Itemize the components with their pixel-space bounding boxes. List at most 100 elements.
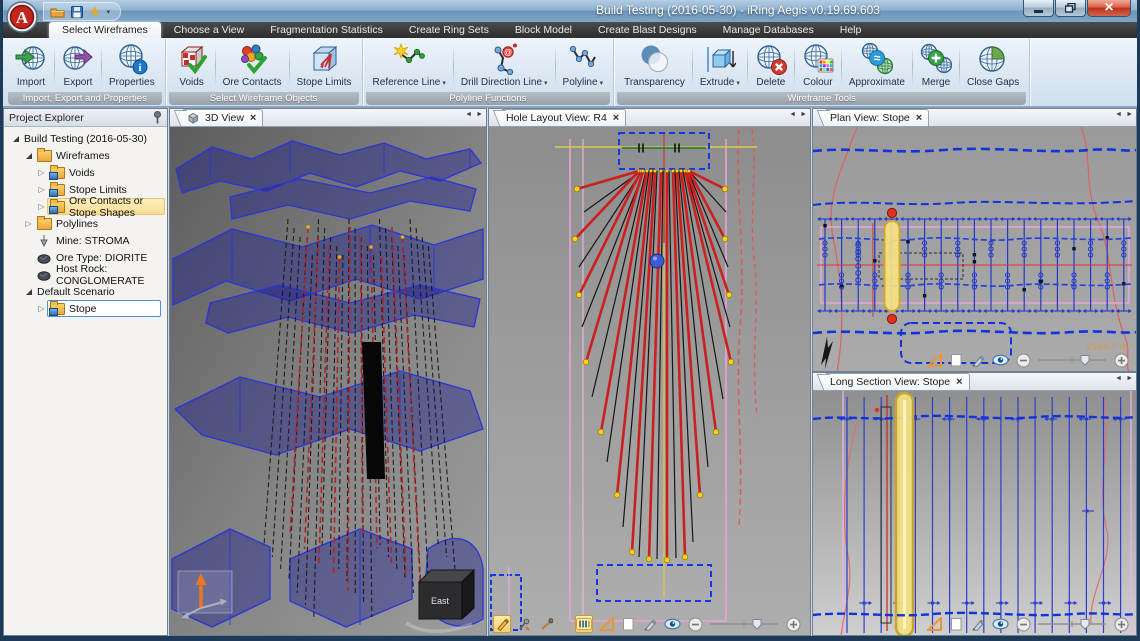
set-square-icon[interactable] — [597, 615, 615, 633]
drill-direction-line-button[interactable]: @Drill Direction Line▾ — [455, 41, 554, 91]
title-bar[interactable]: Build Testing (2016-05-30) - iRing Aegis… — [3, 0, 1137, 23]
tree-item-ore-contacts-or-stope-shapes[interactable]: ▷Ore Contacts or Stope Shapes — [6, 198, 165, 215]
tree-item-build-testing-2016-05-30[interactable]: Build Testing (2016-05-30) — [6, 130, 165, 147]
close-gaps-button[interactable]: Close Gaps — [961, 41, 1025, 91]
tab-scroll-left-icon[interactable]: ◄ — [1115, 375, 1122, 382]
pen-icon[interactable] — [969, 615, 987, 633]
tree-item-wireframes[interactable]: Wireframes — [6, 147, 165, 164]
zoom-out-icon[interactable] — [1014, 351, 1032, 369]
page-icon[interactable] — [947, 351, 965, 369]
menu-tab-block-model[interactable]: Block Model — [502, 22, 585, 38]
pen-icon[interactable] — [641, 615, 659, 633]
menu-tab-create-ring-sets[interactable]: Create Ring Sets — [396, 22, 502, 38]
tab-scroll-left-icon[interactable]: ◄ — [789, 111, 796, 118]
open-folder-icon[interactable] — [50, 6, 65, 18]
move-hole-tool-icon[interactable] — [515, 615, 533, 633]
expander-open-icon[interactable] — [23, 289, 34, 295]
transparency-icon — [638, 42, 670, 76]
plan-viewport[interactable] — [813, 127, 1136, 372]
expander-open-icon[interactable] — [10, 136, 21, 142]
voids-button[interactable]: Voids — [170, 41, 214, 91]
tab-hole-layout-view[interactable]: Hole Layout View: R4 × — [502, 109, 626, 126]
restore-button[interactable] — [1055, 0, 1086, 17]
tree-item-voids[interactable]: ▷Voids — [6, 164, 165, 181]
page-icon[interactable] — [619, 615, 637, 633]
eye-icon[interactable] — [991, 351, 1010, 369]
menu-tab-manage-databases[interactable]: Manage Databases — [710, 22, 827, 38]
menu-tab-create-blast-designs[interactable]: Create Blast Designs — [585, 22, 710, 38]
properties-button[interactable]: iProperties — [103, 41, 161, 91]
expander-closed-icon[interactable]: ▷ — [36, 305, 47, 313]
tree-item-mine-stroma[interactable]: Mine: STROMA — [6, 232, 165, 249]
menu-tab-choose-a-view[interactable]: Choose a View — [161, 22, 257, 38]
tree-item-host-rock-conglomerate[interactable]: Host Rock: CONGLOMERATE — [6, 266, 165, 283]
merge-button[interactable]: Merge — [914, 41, 958, 91]
eye-icon[interactable] — [991, 615, 1010, 633]
set-square-icon[interactable] — [925, 615, 943, 633]
selected-ring-highlight-long-section[interactable] — [896, 393, 913, 636]
annotate-icon[interactable] — [493, 615, 511, 633]
tab-plan-view[interactable]: Plan View: Stope × — [826, 109, 929, 126]
delete-button[interactable]: Delete — [749, 41, 793, 91]
menu-tab-help[interactable]: Help — [827, 22, 875, 38]
menu-tab-fragmentation-statistics[interactable]: Fragmentation Statistics — [257, 22, 396, 38]
expander-closed-icon[interactable]: ▷ — [23, 220, 34, 228]
tab-scroll-right-icon[interactable]: ► — [1126, 111, 1133, 118]
tab-3d-view[interactable]: 3D View × — [183, 109, 263, 126]
long-section-viewport[interactable] — [813, 391, 1136, 636]
tab-plan-view-close-icon[interactable]: × — [916, 113, 922, 124]
zoom-slider-icon[interactable] — [1036, 615, 1108, 633]
zoom-slider-icon[interactable] — [708, 615, 780, 633]
zoom-slider-icon[interactable] — [1036, 351, 1108, 369]
tab-scroll-right-icon[interactable]: ► — [1126, 375, 1133, 382]
zoom-in-icon[interactable] — [1112, 351, 1130, 369]
tab-scroll-left-icon[interactable]: ◄ — [1115, 111, 1122, 118]
3d-viewport[interactable]: East — [170, 127, 486, 636]
expander-closed-icon[interactable]: ▷ — [36, 186, 47, 194]
tab-hole-layout-close-icon[interactable]: × — [613, 113, 619, 124]
reference-line-button[interactable]: Reference Line▾ — [367, 41, 452, 91]
selected-ring-highlight-plan[interactable] — [885, 208, 900, 323]
ore-contacts-button[interactable]: Ore Contacts — [217, 41, 288, 91]
eye-icon[interactable] — [663, 615, 682, 633]
close-button[interactable]: × — [1087, 0, 1131, 17]
import-button[interactable]: Import — [9, 41, 53, 91]
zoom-out-icon[interactable] — [686, 615, 704, 633]
zoom-out-icon[interactable] — [1014, 615, 1032, 633]
app-logo[interactable]: A — [6, 1, 38, 33]
approximate-button[interactable]: ≈Approximate — [843, 41, 911, 91]
delete-icon — [755, 42, 787, 76]
tab-3d-view-close-icon[interactable]: × — [250, 113, 256, 124]
ribbon-group-wireframe-tools: TransparencyExtrude▾ Delete Colour ≈Appr… — [614, 39, 1030, 106]
zoom-in-icon[interactable] — [784, 615, 802, 633]
qat-customize-dropdown-icon[interactable]: ▾ — [107, 8, 111, 16]
polyline-button[interactable]: Polyline▾ — [557, 41, 610, 91]
menu-tab-select-wireframes[interactable]: Select Wireframes — [49, 22, 161, 38]
charge-tool-icon[interactable] — [537, 615, 555, 633]
colour-button[interactable]: Colour — [796, 41, 840, 91]
tab-scroll-left-icon[interactable]: ◄ — [465, 111, 472, 118]
tab-long-section-view[interactable]: Long Section View: Stope × — [826, 373, 970, 390]
transparency-button[interactable]: Transparency — [618, 41, 691, 91]
expander-closed-icon[interactable]: ▷ — [36, 203, 47, 211]
tree-item-stope[interactable]: ▷Stope — [6, 300, 165, 317]
layer-folder-icon — [50, 184, 65, 196]
favorites-icon[interactable]: ★ — [89, 5, 101, 18]
extrude-button[interactable]: Extrude▾ — [694, 41, 746, 91]
pin-icon[interactable] — [153, 111, 162, 124]
page-icon[interactable] — [947, 615, 965, 633]
expander-open-icon[interactable] — [23, 153, 34, 159]
hole-layout-viewport[interactable] — [489, 127, 810, 636]
save-icon[interactable] — [71, 6, 83, 18]
stope-limits-button[interactable]: Stope Limits — [291, 41, 358, 91]
expander-closed-icon[interactable]: ▷ — [36, 169, 47, 177]
export-button[interactable]: Export — [56, 41, 100, 91]
colorbar-icon[interactable] — [575, 615, 593, 633]
zoom-in-icon[interactable] — [1112, 615, 1130, 633]
set-square-icon[interactable] — [925, 351, 943, 369]
minimize-button[interactable] — [1023, 0, 1054, 17]
tab-scroll-right-icon[interactable]: ► — [800, 111, 807, 118]
tab-scroll-right-icon[interactable]: ► — [476, 111, 483, 118]
tab-long-section-close-icon[interactable]: × — [956, 377, 962, 388]
pen-icon[interactable] — [969, 351, 987, 369]
